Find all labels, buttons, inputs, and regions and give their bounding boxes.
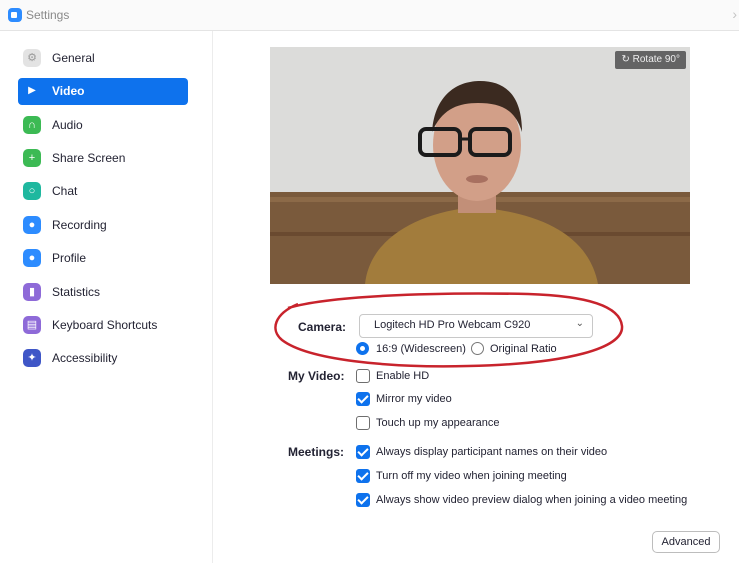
sidebar-item-label: Share Screen <box>52 151 126 165</box>
settings-window: Settings › ⚙ General ▶ Video ∩ Audio + S… <box>0 0 739 563</box>
video-camera-icon: ▶ <box>28 85 36 96</box>
sidebar-item-video[interactable]: ▶ Video <box>18 78 188 105</box>
video-preview-dialog-checkbox[interactable] <box>356 493 370 507</box>
camera-selected-value: Logitech HD Pro Webcam C920 <box>374 319 531 331</box>
accessibility-icon: ✦ <box>23 349 41 367</box>
camera-label: Camera: <box>298 320 347 334</box>
profile-icon: ● <box>23 249 41 267</box>
radio-original-ratio-label: Original Ratio <box>490 343 557 355</box>
rotate-90-button[interactable]: ↻ Rotate 90° <box>615 51 686 69</box>
sidebar-item-profile[interactable]: ● Profile <box>18 245 188 272</box>
headphones-icon: ∩ <box>23 116 41 134</box>
mirror-video-label: Mirror my video <box>376 393 452 405</box>
sidebar-item-label: Accessibility <box>52 351 118 365</box>
sidebar-item-recording[interactable]: ● Recording <box>18 212 188 239</box>
clipped-option-row <box>356 517 486 520</box>
sidebar-item-label: Video <box>52 84 85 98</box>
meetings-label: Meetings: <box>288 445 345 459</box>
turn-off-video-checkbox[interactable] <box>356 469 370 483</box>
video-preview-dialog-label: Always show video preview dialog when jo… <box>376 494 688 506</box>
sidebar-item-label: General <box>52 51 95 65</box>
video-preview: ↻ Rotate 90° <box>270 47 690 284</box>
sidebar-item-label: Chat <box>52 184 78 198</box>
sidebar-item-audio[interactable]: ∩ Audio <box>18 112 188 139</box>
sidebar-item-label: Statistics <box>52 285 101 299</box>
sidebar-item-keyboard-shortcuts[interactable]: ▤ Keyboard Shortcuts <box>18 312 188 339</box>
settings-sidebar: ⚙ General ▶ Video ∩ Audio + Share Screen… <box>8 31 213 563</box>
title-bar: Settings › <box>0 0 739 31</box>
my-video-label: My Video: <box>288 369 345 383</box>
turn-off-video-label: Turn off my video when joining meeting <box>376 470 567 482</box>
radio-widescreen-label: 16:9 (Widescreen) <box>376 343 466 355</box>
keyboard-icon: ▤ <box>23 316 41 334</box>
recording-icon: ● <box>23 216 41 234</box>
gear-icon: ⚙ <box>23 49 41 67</box>
close-icon[interactable]: › <box>732 6 737 22</box>
display-names-checkbox[interactable] <box>356 445 370 459</box>
window-title: Settings <box>26 8 70 22</box>
radio-widescreen[interactable] <box>356 342 369 355</box>
touch-up-label: Touch up my appearance <box>376 417 500 429</box>
advanced-button[interactable]: Advanced <box>652 531 720 553</box>
camera-select[interactable]: Logitech HD Pro Webcam C920 ⌄ <box>359 314 593 338</box>
touch-up-checkbox[interactable] <box>356 416 370 430</box>
mirror-video-checkbox[interactable] <box>356 392 370 406</box>
sidebar-item-accessibility[interactable]: ✦ Accessibility <box>18 345 188 372</box>
sidebar-item-label: Recording <box>52 218 107 232</box>
display-names-label: Always display participant names on thei… <box>376 446 608 458</box>
sidebar-item-label: Audio <box>52 118 83 132</box>
enable-hd-checkbox[interactable] <box>356 369 370 383</box>
webcam-image <box>270 47 690 284</box>
sidebar-item-share-screen[interactable]: + Share Screen <box>18 145 188 172</box>
sidebar-item-statistics[interactable]: ▮ Statistics <box>18 279 188 306</box>
sidebar-item-chat[interactable]: ○ Chat <box>18 178 188 205</box>
zoom-app-icon <box>8 8 22 22</box>
chevron-down-icon: ⌄ <box>575 318 584 329</box>
radio-original-ratio[interactable] <box>471 342 484 355</box>
share-screen-icon: + <box>23 149 41 167</box>
sidebar-item-label: Profile <box>52 251 87 265</box>
chat-icon: ○ <box>23 182 41 200</box>
sidebar-item-label: Keyboard Shortcuts <box>52 318 158 332</box>
sidebar-item-general[interactable]: ⚙ General <box>18 45 188 72</box>
enable-hd-label: Enable HD <box>376 370 430 382</box>
statistics-icon: ▮ <box>23 283 41 301</box>
